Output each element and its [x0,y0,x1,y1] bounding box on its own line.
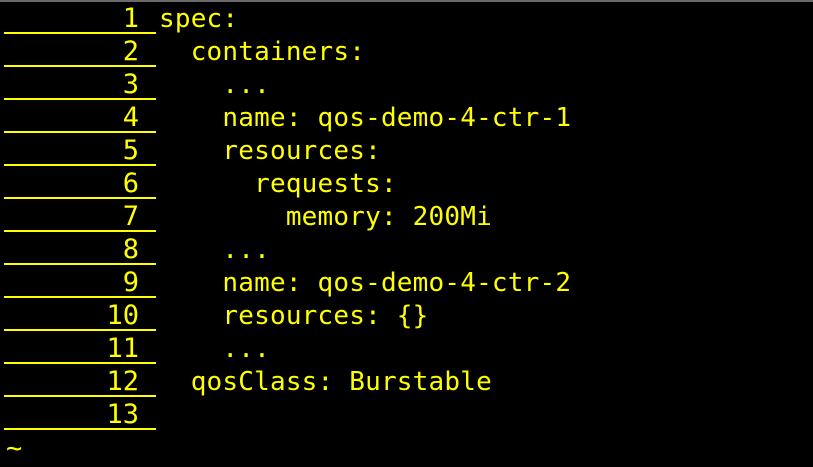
line-text: name: qos-demo-4-ctr-2 [159,268,572,298]
line-text: qosClass: Burstable [159,367,492,397]
line-text: ... [159,235,270,265]
line-number: 3 [4,70,156,100]
line-number: 13 [4,400,156,430]
line-number: 11 [4,334,156,364]
line-text: containers: [159,37,366,67]
line-text: memory: 200Mi [159,202,492,232]
line-text: spec: [159,4,239,34]
line-number: 8 [4,235,156,265]
line-number: 12 [4,367,156,397]
editor-line: 1 spec: [0,4,813,37]
line-text: name: qos-demo-4-ctr-1 [159,103,572,133]
editor-line: 9 name: qos-demo-4-ctr-2 [0,268,813,301]
editor-line: 7 memory: 200Mi [0,202,813,235]
editor-line: 10 resources: {} [0,301,813,334]
editor-line: 4 name: qos-demo-4-ctr-1 [0,103,813,136]
line-text: requests: [159,169,397,199]
line-number: 2 [4,37,156,67]
editor-line: 5 resources: [0,136,813,169]
line-number: 6 [4,169,156,199]
editor-line: 8 ... [0,235,813,268]
line-number: 4 [4,103,156,133]
line-text: resources: [159,136,381,166]
terminal-editor[interactable]: 1 spec: 2 containers: 3 ... 4 name: qos-… [0,0,813,467]
editor-line: 13 [0,400,813,433]
line-text: resources: {} [159,301,429,331]
line-number: 1 [4,4,156,34]
editor-line: 11 ... [0,334,813,367]
empty-line-marker: ~ [6,433,23,464]
editor-line: 6 requests: [0,169,813,202]
line-number: 10 [4,301,156,331]
line-number: 5 [4,136,156,166]
line-text: ... [159,70,270,100]
editor-line: 12 qosClass: Burstable [0,367,813,400]
editor-line: 2 containers: [0,37,813,70]
line-number: 7 [4,202,156,232]
line-number: 9 [4,268,156,298]
line-text: ... [159,334,270,364]
editor-line: 3 ... [0,70,813,103]
